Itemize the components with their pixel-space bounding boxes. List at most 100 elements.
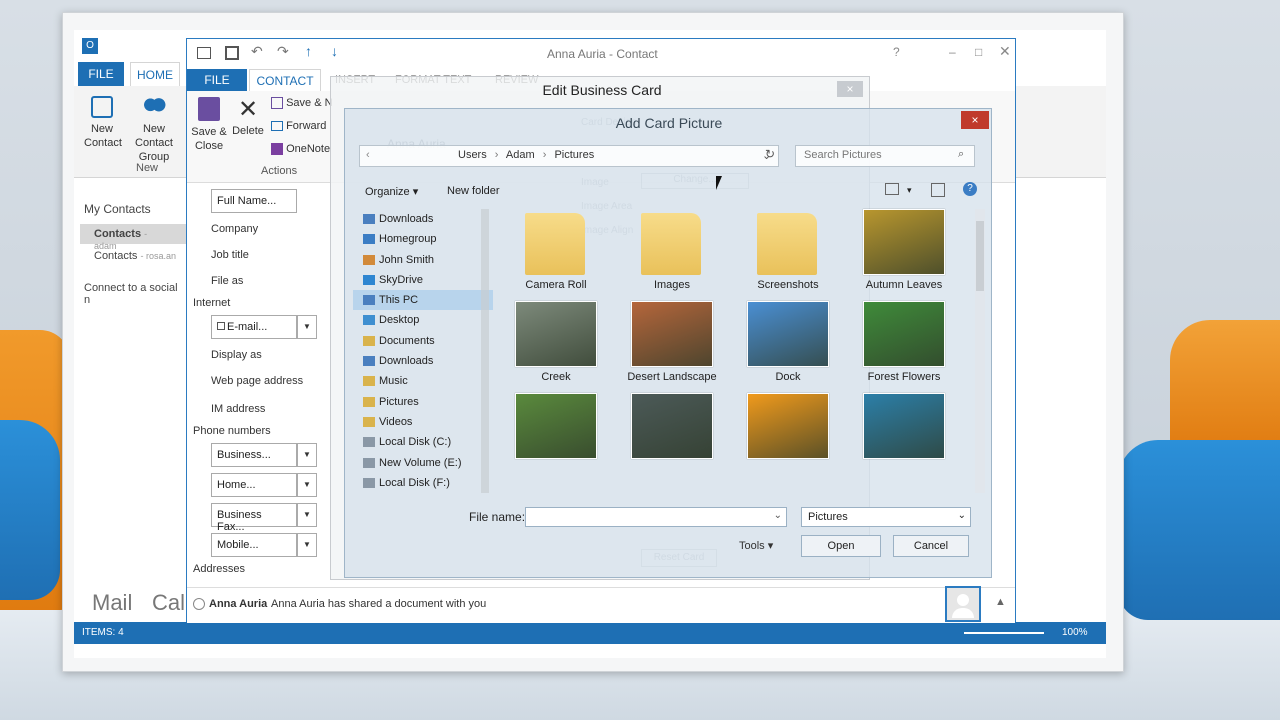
breadcrumb-pictures[interactable]: Pictures: [554, 149, 594, 161]
maximize-icon[interactable]: □: [975, 45, 982, 59]
undo-icon[interactable]: ↶: [251, 43, 263, 60]
full-name-button[interactable]: Full Name...: [211, 189, 297, 213]
tree-item[interactable]: Downloads: [353, 209, 493, 229]
picture-item[interactable]: Frangipani Flowers: [617, 393, 727, 485]
my-contacts-header[interactable]: My Contacts: [84, 202, 151, 216]
mobile-phone-dropdown-icon[interactable]: ▼: [297, 533, 317, 557]
business-fax-dropdown-icon[interactable]: ▼: [297, 503, 317, 527]
new-contact-button[interactable]: New Contact: [84, 96, 122, 150]
picture-item[interactable]: Forest Flowers: [849, 301, 959, 393]
tree-item-label: Downloads: [379, 355, 434, 368]
collapse-people-pane-icon[interactable]: ▲: [995, 596, 1006, 608]
tree-item[interactable]: Local Disk (C:): [353, 432, 493, 452]
tree-item[interactable]: Videos: [353, 412, 493, 432]
business-fax-button[interactable]: Business Fax...: [211, 503, 297, 533]
home-phone-button[interactable]: Home...: [211, 473, 297, 497]
mobile-phone-button[interactable]: Mobile...: [211, 533, 297, 557]
zoom-slider[interactable]: [964, 632, 1044, 634]
close-icon[interactable]: ✕: [999, 43, 1011, 60]
disk-icon: [363, 437, 375, 448]
tree-item[interactable]: Downloads: [353, 351, 493, 371]
tree-item[interactable]: Pictures: [353, 392, 493, 412]
picture-item[interactable]: Green Sea Turtle: [849, 393, 959, 485]
save-icon[interactable]: [225, 46, 239, 60]
file-name-dropdown-icon[interactable]: ⌄: [774, 510, 782, 521]
outlook-file-tab[interactable]: FILE: [78, 62, 124, 86]
picture-item[interactable]: Autumn Leaves: [849, 209, 959, 301]
tree-item[interactable]: Local Disk (F:): [353, 473, 493, 493]
company-label: Company: [211, 223, 259, 235]
open-button[interactable]: Open: [801, 535, 881, 557]
folder-item[interactable]: Screenshots: [733, 209, 843, 301]
phone-numbers-section-label: Phone numbers: [193, 425, 271, 437]
address-bar[interactable]: ‹ Users › Adam › Pictures ⌄: [359, 145, 779, 167]
new-folder-button[interactable]: New folder: [447, 185, 500, 197]
contact-contact-tab[interactable]: CONTACT: [249, 69, 321, 91]
picture-item[interactable]: Dock: [733, 301, 843, 393]
cancel-button[interactable]: Cancel: [893, 535, 969, 557]
contacts-folder-1[interactable]: Contacts - adam: [80, 224, 186, 251]
search-input[interactable]: Search Pictures ⌕: [795, 145, 975, 167]
email-button[interactable]: E-mail...: [211, 315, 297, 339]
preview-pane-icon[interactable]: [931, 183, 945, 197]
background-chair-left-blue: [0, 420, 60, 600]
back-arrow-icon[interactable]: ‹: [366, 149, 370, 161]
business-phone-button[interactable]: Business...: [211, 443, 297, 467]
navigation-pane: My Contacts Contacts - adam Contacts - r…: [74, 178, 186, 618]
delete-button[interactable]: ✕ Delete: [229, 97, 267, 138]
view-options-icon[interactable]: [885, 183, 899, 195]
next-item-icon[interactable]: ↓: [331, 43, 338, 59]
contact-file-tab[interactable]: FILE: [187, 69, 247, 91]
file-name-input[interactable]: ⌄: [525, 507, 787, 527]
help-icon[interactable]: ?: [893, 45, 900, 59]
tree-item[interactable]: This PC: [353, 290, 493, 311]
grid-scrollbar[interactable]: [975, 209, 985, 493]
tree-item[interactable]: Music: [353, 371, 493, 391]
item-label: Screenshots: [757, 279, 819, 291]
save-new-button[interactable]: Save & N: [271, 97, 333, 110]
organize-menu[interactable]: Organize ▾: [365, 185, 418, 198]
contact-avatar[interactable]: [945, 586, 981, 622]
folder-item[interactable]: Camera Roll: [501, 209, 611, 301]
help-icon[interactable]: ?: [963, 182, 977, 196]
tree-item[interactable]: SkyDrive: [353, 270, 493, 290]
mail-module[interactable]: Mail: [92, 590, 132, 616]
previous-item-icon[interactable]: ↑: [305, 43, 312, 59]
contacts-folder-2[interactable]: Contacts - rosa.an: [94, 250, 176, 262]
view-dropdown-icon[interactable]: ▾: [907, 185, 912, 196]
outlook-home-tab[interactable]: HOME: [130, 62, 180, 86]
email-dropdown-icon[interactable]: ▼: [297, 315, 317, 339]
business-phone-dropdown-icon[interactable]: ▼: [297, 443, 317, 467]
breadcrumb-users[interactable]: Users: [458, 149, 487, 161]
folder-item[interactable]: Images: [617, 209, 727, 301]
picture-item[interactable]: Garden: [733, 393, 843, 485]
save-close-button[interactable]: Save & Close: [191, 97, 227, 153]
picture-item[interactable]: Creek: [501, 301, 611, 393]
minimize-icon[interactable]: –: [949, 45, 956, 59]
file-type-select[interactable]: Pictures ⌄: [801, 507, 971, 527]
picture-item[interactable]: Desert Landscape: [617, 301, 727, 393]
mouse-cursor-icon: [716, 176, 722, 190]
redo-icon[interactable]: ↷: [277, 43, 289, 60]
tree-item[interactable]: Documents: [353, 331, 493, 351]
onenote-button[interactable]: OneNote: [271, 143, 330, 156]
tree-item[interactable]: Homegroup: [353, 229, 493, 249]
tree-scrollbar[interactable]: [481, 209, 489, 493]
tree-item-label: This PC: [379, 294, 419, 307]
forward-button[interactable]: Forward: [271, 120, 326, 132]
tree-item[interactable]: Desktop: [353, 310, 493, 330]
social-network-link[interactable]: Connect to a social n: [84, 282, 186, 306]
tools-menu[interactable]: Tools ▾: [739, 539, 773, 552]
breadcrumb-chevron-icon: ›: [494, 149, 499, 161]
refresh-icon[interactable]: ↻: [765, 147, 775, 161]
tree-item[interactable]: John Smith: [353, 250, 493, 270]
onenote-icon: [271, 143, 283, 156]
add-card-picture-close-button[interactable]: ×: [961, 111, 989, 129]
people-pane-message[interactable]: Anna Auria has shared a document with yo…: [271, 598, 486, 610]
tree-item[interactable]: New Volume (E:): [353, 453, 493, 473]
new-contact-group-button[interactable]: New Contact Group: [124, 96, 184, 164]
calendar-module[interactable]: Cal: [152, 590, 185, 616]
picture-item[interactable]: Forest: [501, 393, 611, 485]
breadcrumb-adam[interactable]: Adam: [506, 149, 535, 161]
home-phone-dropdown-icon[interactable]: ▼: [297, 473, 317, 497]
